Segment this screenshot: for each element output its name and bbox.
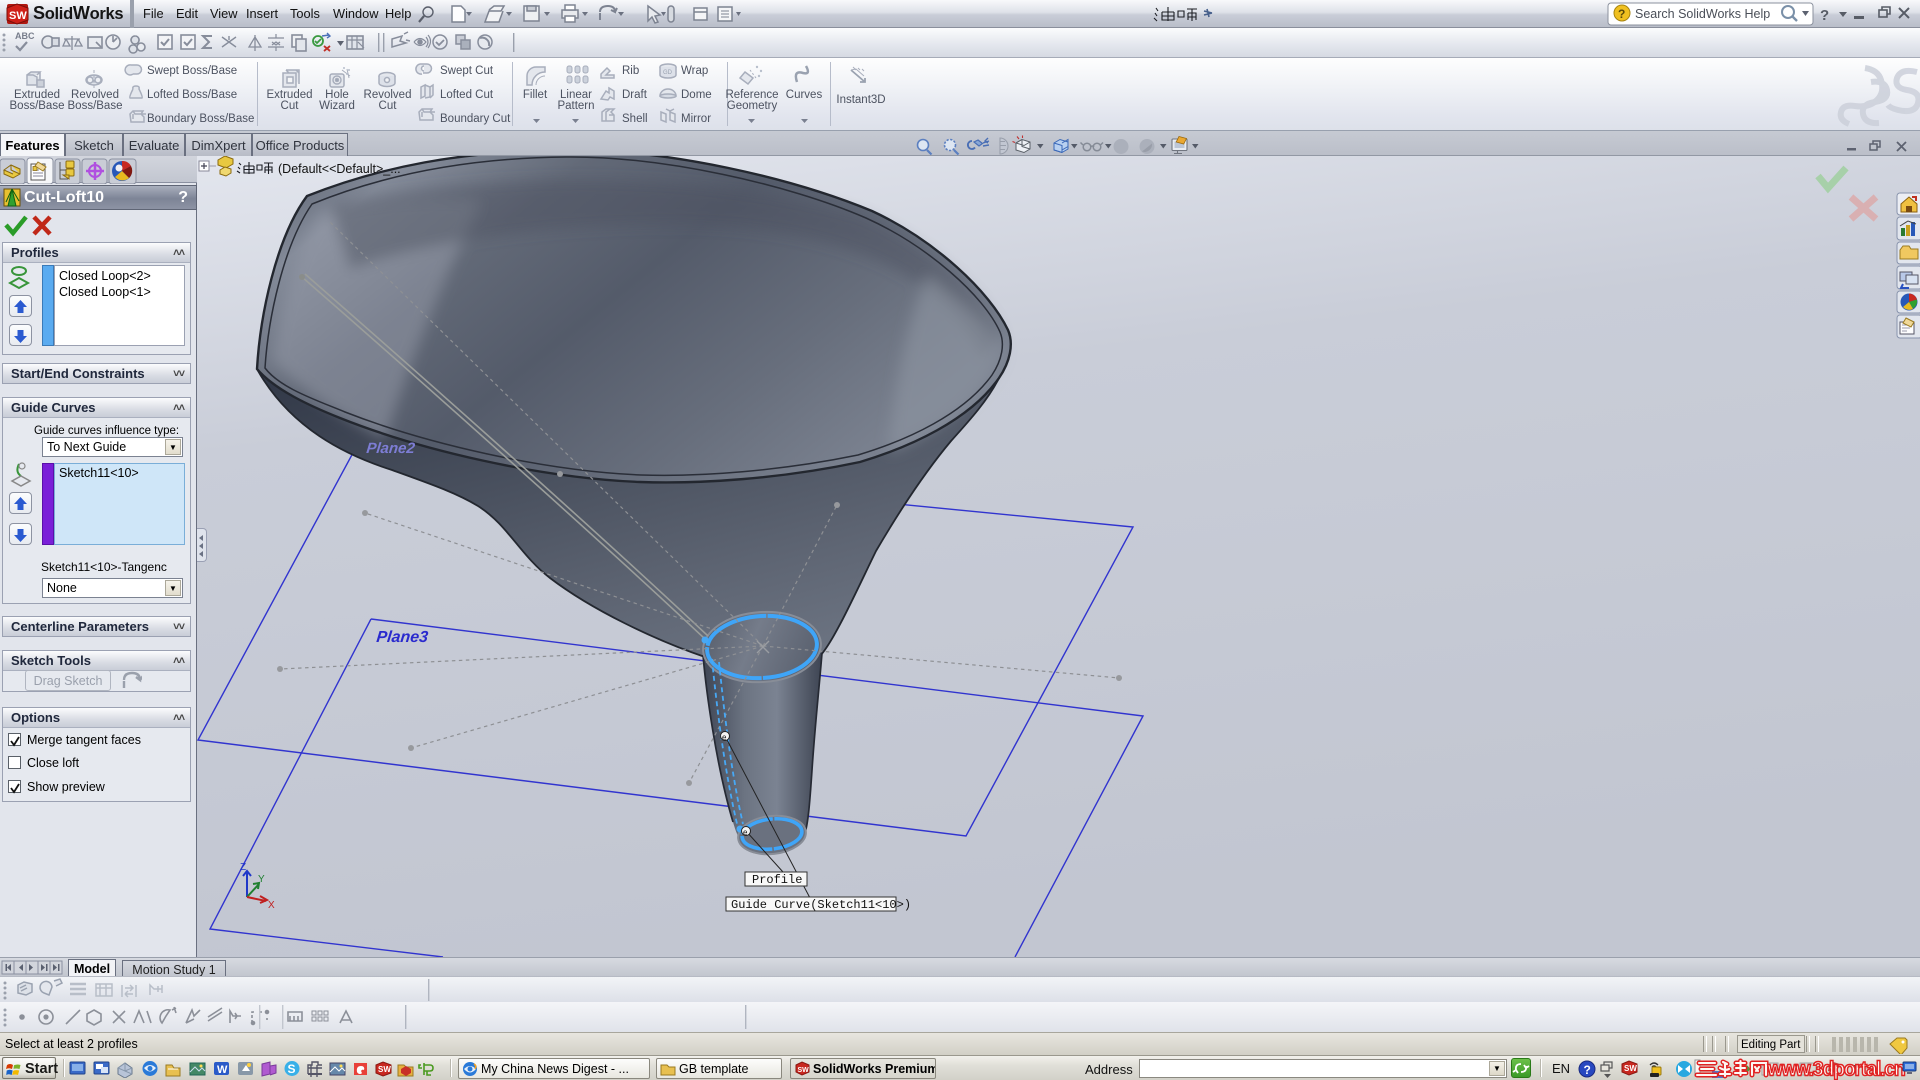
svg-text:SolidWorks: SolidWorks <box>33 3 123 23</box>
svg-text:View: View <box>210 6 238 21</box>
svg-text:Z: Z <box>240 862 246 873</box>
svg-text:Guide Curve(Sketch11<10>): Guide Curve(Sketch11<10>) <box>731 898 911 912</box>
svg-text:Edit: Edit <box>176 6 198 21</box>
svg-text:SW: SW <box>1624 1064 1637 1073</box>
svg-text:Y: Y <box>258 874 265 885</box>
svg-text:X: X <box>268 900 275 911</box>
svg-text:Insert: Insert <box>246 6 278 21</box>
svg-text:GD: GD <box>663 70 673 76</box>
svg-text:SW: SW <box>798 1067 810 1074</box>
svg-text:Help: Help <box>385 6 411 21</box>
svg-text:SW: SW <box>378 1065 391 1074</box>
svg-text:Plane2: Plane2 <box>366 440 417 457</box>
svg-text:(Default<<Default>_...: (Default<<Default>_... <box>278 162 401 176</box>
svg-text:www.3dportal.cn: www.3dportal.cn <box>1767 1058 1905 1080</box>
svg-text:?: ? <box>1584 1063 1591 1077</box>
svg-text:Tools: Tools <box>290 6 320 21</box>
svg-text:?: ? <box>1820 7 1829 24</box>
svg-text:e: e <box>722 733 727 742</box>
svg-text:Profile: Profile <box>752 873 802 887</box>
svg-text:SW: SW <box>9 10 27 22</box>
svg-text:Plane3: Plane3 <box>376 628 430 646</box>
svg-text:ABC: ABC <box>15 31 35 41</box>
svg-text:?: ? <box>1618 7 1625 21</box>
svg-text:S: S <box>288 1062 296 1076</box>
svg-text:W: W <box>217 1064 228 1076</box>
svg-text:Window: Window <box>333 6 379 21</box>
svg-text:Search SolidWorks Help: Search SolidWorks Help <box>1635 7 1770 21</box>
svg-text:e: e <box>743 828 748 837</box>
svg-text:File: File <box>143 6 164 21</box>
